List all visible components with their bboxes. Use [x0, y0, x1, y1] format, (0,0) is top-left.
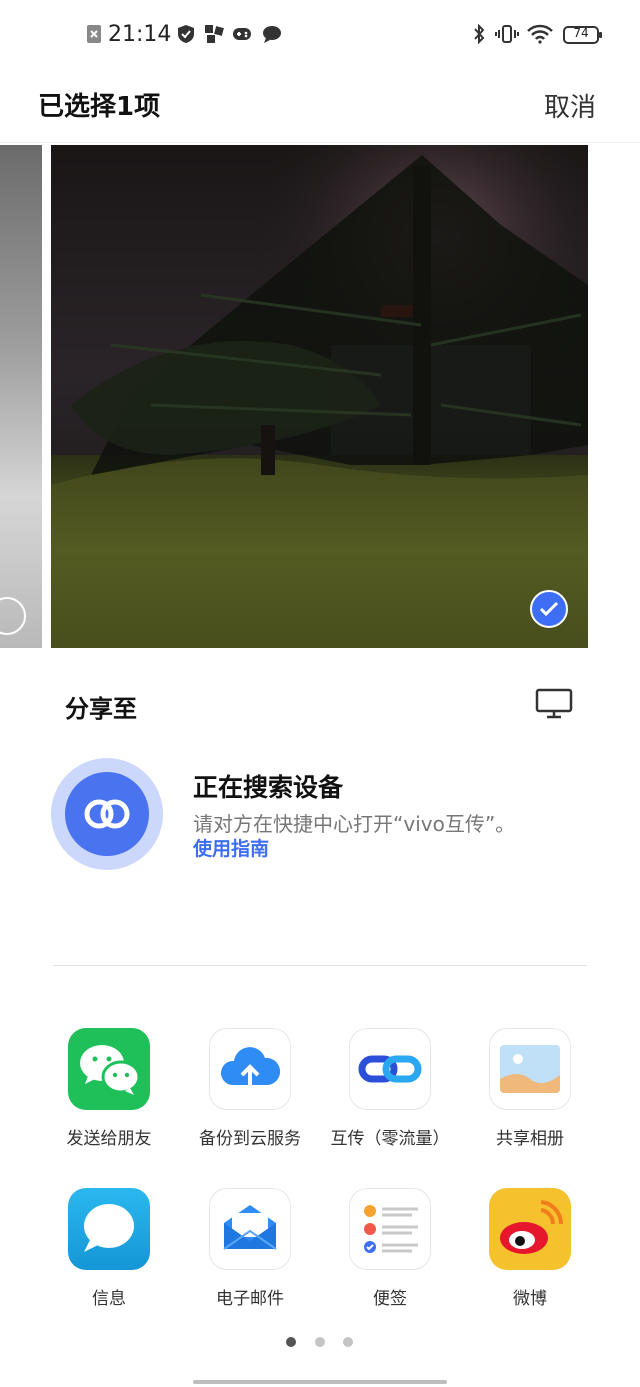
shield-icon	[178, 25, 194, 43]
page-title: 已选择1项	[38, 92, 161, 122]
wifi-icon	[527, 24, 553, 44]
share-app-label: 信息	[92, 1289, 126, 1309]
device-search: 正在搜索设备 请对方在快捷中心打开“vivo互传”。 使用指南	[0, 758, 640, 878]
page-dot-3[interactable]	[343, 1337, 353, 1347]
vivo-share-radar[interactable]	[51, 758, 163, 870]
vibrate-icon	[495, 25, 519, 43]
share-app-label: 互传（零流量）	[330, 1129, 450, 1149]
email-icon	[209, 1188, 291, 1270]
chat-bubble-icon	[263, 26, 281, 43]
share-app-label: 电子邮件	[216, 1289, 284, 1309]
share-app-label: 微博	[513, 1289, 547, 1309]
wechat-icon	[68, 1028, 150, 1110]
share-app-wechat[interactable]: 发送给朋友	[39, 1028, 179, 1149]
bluetooth-icon	[474, 24, 485, 44]
battery-level: 74	[573, 26, 589, 40]
link-rings-icon	[84, 799, 130, 829]
cancel-button[interactable]: 取消	[538, 86, 602, 125]
share-label: 分享至	[65, 695, 137, 723]
status-bar: 21:14 74	[0, 0, 640, 72]
photo-album-icon	[489, 1028, 571, 1110]
share-app-cloud-backup[interactable]: 备份到云服务	[180, 1028, 320, 1149]
share-app-notes[interactable]: 便签	[320, 1188, 460, 1309]
tree-photo	[51, 145, 588, 648]
share-app-label: 发送给朋友	[66, 1129, 152, 1149]
screen-cast-icon[interactable]	[535, 687, 573, 719]
selected-photo[interactable]	[51, 145, 588, 648]
previous-photo-thumbnail[interactable]	[0, 145, 42, 648]
share-app-email[interactable]: 电子邮件	[180, 1188, 320, 1309]
home-indicator[interactable]	[193, 1380, 447, 1384]
selection-header: 已选择1项 取消	[0, 72, 640, 143]
weibo-icon	[489, 1188, 571, 1270]
battery-icon: 74	[563, 26, 602, 44]
photo-carousel[interactable]	[0, 145, 640, 648]
page-dot-2[interactable]	[315, 1337, 325, 1347]
section-divider	[53, 965, 587, 966]
share-app-label: 便签	[373, 1289, 407, 1309]
share-app-label: 备份到云服务	[199, 1129, 301, 1149]
game-icon	[233, 28, 251, 40]
share-app-weibo[interactable]: 微博	[460, 1188, 600, 1309]
notes-icon	[349, 1188, 431, 1270]
searching-title: 正在搜索设备	[193, 773, 344, 802]
app-notification-icon	[205, 25, 224, 43]
share-app-shared-album[interactable]: 共享相册	[460, 1028, 600, 1149]
link-icon	[349, 1028, 431, 1110]
page-dot-1[interactable]	[286, 1337, 296, 1347]
selected-check-icon[interactable]	[530, 590, 568, 628]
searching-description: 请对方在快捷中心打开“vivo互传”。	[193, 812, 516, 836]
share-app-label: 共享相册	[496, 1129, 564, 1149]
user-guide-link[interactable]: 使用指南	[193, 834, 269, 861]
sim-missing-icon	[87, 25, 101, 43]
page-indicator	[286, 1337, 356, 1349]
share-app-messages[interactable]: 信息	[39, 1188, 179, 1309]
message-icon	[68, 1188, 150, 1270]
status-time: 21:14	[108, 22, 172, 47]
share-section-header: 分享至	[0, 685, 640, 725]
select-ring-icon[interactable]	[0, 597, 26, 635]
cloud-upload-icon	[209, 1028, 291, 1110]
share-app-vivo-transfer[interactable]: 互传（零流量）	[320, 1028, 460, 1149]
